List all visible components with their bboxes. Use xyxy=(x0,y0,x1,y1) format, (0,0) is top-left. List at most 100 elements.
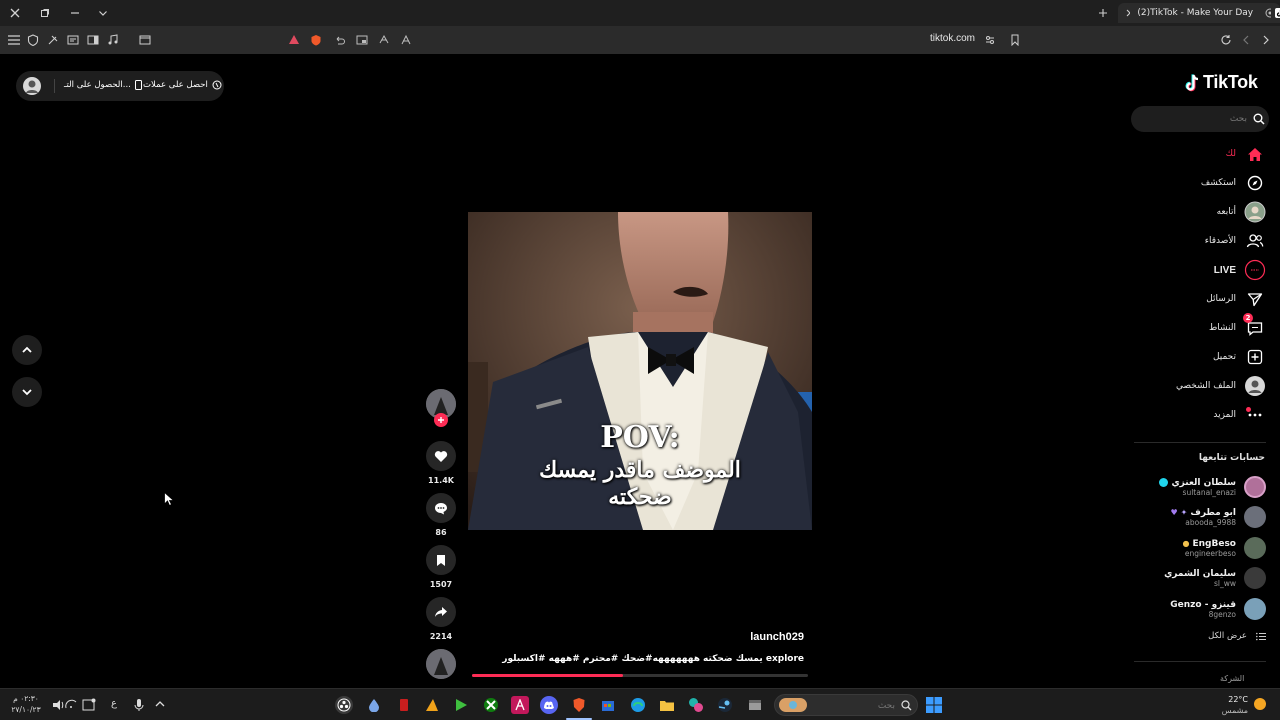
taskbar-search-input[interactable] xyxy=(811,698,895,713)
microphone-icon[interactable] xyxy=(134,698,144,712)
user-avatar-icon[interactable] xyxy=(23,77,41,95)
share-button[interactable]: 2214 xyxy=(426,597,456,641)
clock[interactable]: ٠٢:٣٠ م ٢٧/١٠/٢٣ xyxy=(8,693,44,715)
tab-close-icon[interactable] xyxy=(1126,9,1131,17)
see-all-button[interactable]: عرض الكل xyxy=(1208,631,1266,641)
next-video-button[interactable] xyxy=(12,377,42,407)
extension-icon[interactable] xyxy=(398,32,414,48)
nav-friends[interactable]: الأصدقاء xyxy=(1205,230,1266,252)
share-icon xyxy=(435,607,447,617)
heart-icon xyxy=(434,450,448,462)
minimize-window-button[interactable] xyxy=(66,4,84,22)
music-icon[interactable] xyxy=(105,32,121,48)
followed-account[interactable]: سلطان العنزي sultanal_enazi xyxy=(1159,475,1266,499)
sound-avatar[interactable] xyxy=(426,649,456,679)
nav-messages[interactable]: الرسائل xyxy=(1206,288,1266,310)
windows-start-button[interactable] xyxy=(925,696,943,714)
tiktok-logo[interactable]: TikTok xyxy=(1184,72,1258,93)
tab-preview-icon[interactable] xyxy=(137,32,153,48)
sparkle-emoji-icon: ✦ xyxy=(1180,508,1188,517)
new-tab-button[interactable] xyxy=(1094,4,1112,22)
xbox-app-icon[interactable] xyxy=(482,696,500,714)
video-player[interactable]: POV: الموضف ماقدر يمسك ضحكته xyxy=(468,212,812,530)
get-app-button[interactable]: الحصول على التـ... xyxy=(64,80,142,90)
notifications-icon[interactable] xyxy=(82,698,96,712)
search-input[interactable] xyxy=(1139,110,1247,128)
language-indicator[interactable]: ع xyxy=(111,698,117,709)
aimp-app-icon[interactable] xyxy=(423,696,441,714)
creator-avatar[interactable] xyxy=(426,389,456,427)
close-window-button[interactable] xyxy=(6,4,24,22)
followed-account[interactable]: سليمان الشمري sl_ww xyxy=(1164,566,1266,590)
followed-account[interactable]: Genzo - قينزو 8genzo xyxy=(1170,597,1266,621)
steam-app-icon[interactable] xyxy=(716,696,734,714)
system-tray-icons[interactable] xyxy=(52,699,78,711)
reader-icon[interactable] xyxy=(65,32,81,48)
discord-app-icon[interactable] xyxy=(540,696,558,714)
drop-app-icon[interactable] xyxy=(365,696,383,714)
comment-button[interactable]: 86 xyxy=(426,493,456,537)
search-bar[interactable] xyxy=(1131,106,1269,132)
window-app-icon[interactable] xyxy=(746,696,764,714)
menu-icon[interactable] xyxy=(6,32,22,48)
address-bar-url[interactable]: tiktok.com xyxy=(930,33,975,44)
restore-window-button[interactable] xyxy=(36,4,54,22)
search-icon[interactable] xyxy=(1253,113,1265,125)
pin-icon[interactable] xyxy=(45,32,61,48)
nav-profile[interactable]: الملف الشخصي xyxy=(1176,375,1266,397)
edge-app-icon[interactable] xyxy=(629,696,647,714)
store-app-icon[interactable] xyxy=(599,696,617,714)
brave-app-icon[interactable] xyxy=(570,696,588,714)
video-author-name[interactable]: launch029 xyxy=(560,631,804,643)
weather-widget[interactable]: 22°C مشمس xyxy=(1212,694,1248,716)
affinity-app-icon[interactable] xyxy=(511,696,529,714)
followed-account[interactable]: ● EngBeso engineerbeso xyxy=(1183,536,1266,560)
nav-activity[interactable]: النشاط 2 xyxy=(1209,313,1266,339)
nav-explore[interactable]: استكشف xyxy=(1201,172,1266,194)
pip-icon[interactable] xyxy=(354,32,370,48)
upload-icon xyxy=(1244,346,1266,368)
nav-more[interactable]: المزيد xyxy=(1213,404,1266,426)
hypnotic-app-icon[interactable] xyxy=(687,696,705,714)
like-button[interactable]: 11.4K xyxy=(426,441,456,485)
compass-icon xyxy=(1244,172,1266,194)
get-coins-button[interactable]: احصل على عملات xyxy=(143,80,222,90)
company-link[interactable]: الشركة xyxy=(1220,674,1280,683)
tab-list-button[interactable] xyxy=(94,4,112,22)
site-settings-icon[interactable] xyxy=(982,32,998,48)
nav-label: المزيد xyxy=(1213,410,1236,420)
chevron-down-icon xyxy=(22,389,32,396)
brave-shields-icon[interactable] xyxy=(308,32,324,48)
clock-date: ٢٧/١٠/٢٣ xyxy=(11,705,41,714)
file-explorer-app-icon[interactable] xyxy=(658,696,676,714)
active-tab[interactable]: (2)TikTok - Make Your Day xyxy=(1118,3,1280,23)
shield-icon[interactable] xyxy=(25,32,41,48)
verified-badge-icon xyxy=(1159,478,1169,487)
brave-rewards-icon[interactable] xyxy=(286,32,302,48)
previous-video-button[interactable] xyxy=(12,335,42,365)
taskbar-search-box[interactable] xyxy=(774,694,918,716)
nav-for-you[interactable]: لك xyxy=(1226,143,1266,165)
nav-upload[interactable]: تحميل xyxy=(1213,346,1266,368)
forward-icon[interactable] xyxy=(1258,32,1274,48)
translate-icon[interactable] xyxy=(376,32,392,48)
following-accounts-title: حسابات تتابعها xyxy=(1198,453,1265,463)
undo-icon[interactable] xyxy=(332,32,348,48)
play-app-icon[interactable] xyxy=(452,696,470,714)
restore-icon xyxy=(41,9,49,17)
nav-live[interactable]: LIVE xyxy=(1214,259,1266,281)
reload-icon[interactable] xyxy=(1218,32,1234,48)
show-hidden-icons-button[interactable] xyxy=(155,700,165,708)
save-button[interactable]: 1507 xyxy=(426,545,456,589)
plus-icon xyxy=(1099,9,1107,17)
video-progress-track[interactable] xyxy=(472,674,808,677)
bookmark-icon[interactable] xyxy=(1007,32,1023,48)
audio-icon[interactable] xyxy=(1265,8,1271,18)
obs-app-icon[interactable] xyxy=(335,696,353,714)
back-icon[interactable] xyxy=(1238,32,1254,48)
nav-following[interactable]: أتابعه xyxy=(1217,201,1266,223)
red-app-icon[interactable] xyxy=(395,696,413,714)
follow-button[interactable] xyxy=(434,413,448,427)
followed-account[interactable]: ♥ ✦ ابو مطرف abooda_9988 xyxy=(1170,505,1266,529)
sidebar-toggle-icon[interactable] xyxy=(85,32,101,48)
